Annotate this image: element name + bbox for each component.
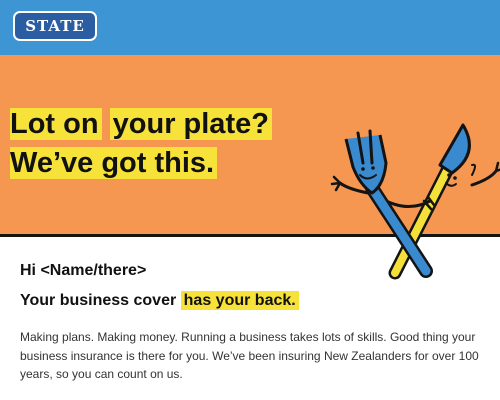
headline-line-2: We’ve got this.	[10, 144, 272, 183]
subheading: Your business cover has your back.	[20, 291, 299, 310]
header-bar: STATE	[0, 0, 500, 55]
state-logo[interactable]: STATE	[13, 11, 97, 41]
headline-highlight-2: your plate?	[109, 108, 272, 140]
subhead-text: Your business cover	[20, 292, 181, 309]
fork-head-icon	[344, 129, 433, 278]
hero-headline: Lot on your plate? We’ve got this.	[10, 105, 272, 183]
headline-highlight-3: We’ve got this.	[10, 147, 218, 179]
hero-banner: Lot on your plate? We’ve got this.	[0, 55, 500, 280]
subhead-highlight: has your back.	[180, 291, 299, 310]
logo-text: STATE	[25, 17, 85, 35]
headline-highlight-1: Lot on	[10, 108, 102, 140]
greeting: Hi <Name/there>	[20, 262, 147, 279]
headline-line-1: Lot on your plate?	[10, 105, 272, 144]
body-paragraph: Making plans. Making money. Running a bu…	[20, 330, 479, 381]
fork-and-knife-icon	[330, 123, 500, 280]
